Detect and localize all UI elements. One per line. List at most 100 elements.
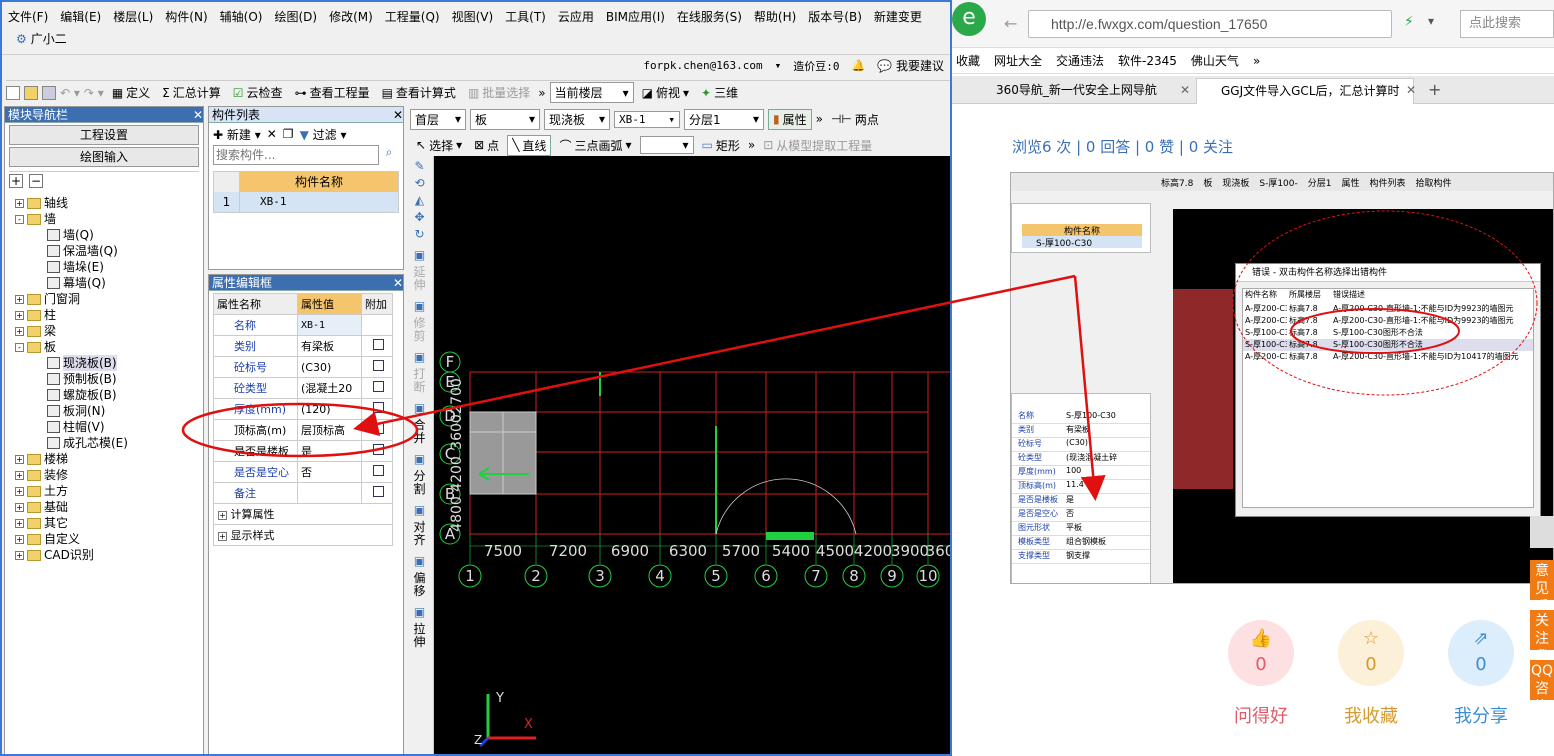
property-check[interactable] [361, 482, 393, 504]
suggest-button[interactable]: 💬 我要建议 [877, 57, 944, 74]
close-icon[interactable]: ✕ [393, 108, 403, 122]
user-email[interactable]: forpk.chen@163.com [643, 59, 762, 72]
tool-icon[interactable]: ◭ [406, 194, 433, 207]
menu-item[interactable]: 云应用 [552, 6, 600, 28]
question-image[interactable]: 标高7.8 板现浇板 S-厚100- 分层1 属性 构件列表 拾取构件 构件名称 S-厚10… [1010, 172, 1554, 584]
undo-icon[interactable]: ↶ ▾ [60, 86, 80, 100]
chevron-down-icon[interactable]: ▾ [1428, 14, 1434, 28]
checkbox[interactable] [373, 360, 384, 371]
tool-5-button[interactable]: ▣ 对齐 [406, 504, 433, 547]
collapse-all-icon[interactable]: − [29, 174, 43, 188]
property-value[interactable]: (混凝土20 [297, 377, 362, 399]
property-check[interactable] [361, 314, 393, 336]
property-row[interactable]: 是否是空心 否 [213, 461, 393, 483]
redo-icon[interactable]: ↷ ▾ [84, 86, 104, 100]
checkbox[interactable] [373, 465, 384, 476]
action-button[interactable]: 👍 0 [1228, 620, 1294, 686]
property-row[interactable]: 类别 有梁板 [213, 335, 393, 357]
search-input[interactable] [213, 145, 379, 165]
menu-item[interactable]: 新建变更 [868, 6, 928, 28]
menu-item[interactable]: 编辑(E) [54, 6, 107, 28]
property-value[interactable]: (C30) [297, 356, 362, 378]
expand-icon[interactable]: + [15, 310, 24, 320]
tree-item[interactable]: + 土方 [15, 483, 128, 499]
tree-item[interactable]: + 门窗洞 [15, 291, 128, 307]
expand-icon[interactable]: + [15, 534, 24, 544]
menu-item[interactable]: 视图(V) [446, 6, 500, 28]
tree-item[interactable]: 柱帽(V) [15, 419, 128, 435]
tree-item[interactable]: + 自定义 [15, 531, 128, 547]
tree-item[interactable]: 成孔芯模(E) [15, 435, 128, 451]
tool-7-button[interactable]: ▣ 拉伸 [406, 606, 433, 649]
rect-button[interactable]: ▭ 矩形 [698, 136, 744, 155]
menu-item[interactable]: 楼层(L) [107, 6, 159, 28]
tree-item[interactable]: 螺旋板(B) [15, 387, 128, 403]
menu-item[interactable]: BIM应用(I) [600, 6, 671, 28]
more-icon[interactable]: » [538, 86, 545, 100]
property-group-row[interactable]: + 显示样式 [213, 524, 393, 546]
action-label[interactable]: 我收藏 [1326, 702, 1416, 728]
expand-all-icon[interactable]: + [9, 174, 23, 188]
tree-item[interactable]: + 基础 [15, 499, 128, 515]
favorite-link[interactable]: 交通违法 [1056, 52, 1104, 69]
action-button[interactable]: ⇗ 0 [1448, 620, 1514, 686]
property-row[interactable]: 名称 XB-1 [213, 314, 393, 336]
sum-calc-button[interactable]: Σ 汇总计算 [158, 83, 225, 102]
tree-item[interactable]: 预制板(B) [15, 371, 128, 387]
point-button[interactable]: ⊠ 点 [470, 136, 503, 155]
floor-select[interactable]: 首层 ▾ [410, 108, 466, 130]
table-row[interactable]: 1 XB-1 [214, 192, 398, 212]
address-bar[interactable]: http://e.fwxgx.com/question_17650 [1028, 10, 1392, 38]
more-icon[interactable]: » [816, 112, 823, 126]
tool-icon[interactable]: ✥ [406, 211, 433, 224]
tree-item[interactable]: + 轴线 [15, 195, 128, 211]
checkbox[interactable] [373, 381, 384, 392]
drawing-canvas[interactable]: 7500 7200 6900 6300 5700 5400 4500 4200 3900 360 1… [434, 156, 950, 754]
subtype-select[interactable]: 现浇板 ▾ [544, 108, 610, 130]
action-label[interactable]: 问得好 [1216, 702, 1306, 728]
float-tab[interactable]: QQ咨询 [1530, 660, 1554, 700]
view-qty-button[interactable]: ⊶ 查看工程量 [291, 83, 374, 102]
tree-item[interactable]: + 楼梯 [15, 451, 128, 467]
tool-1-button[interactable]: ▣ 修剪 [406, 300, 433, 343]
save-icon[interactable] [42, 85, 56, 100]
three-d-button[interactable]: ✦ 三维 [697, 83, 742, 102]
close-icon[interactable]: ✕ [393, 276, 403, 290]
tree-item[interactable]: + CAD识别 [15, 547, 128, 563]
tool-6-button[interactable]: ▣ 偏移 [406, 555, 433, 598]
search-icon[interactable]: ⌕ [379, 145, 399, 167]
menu-item[interactable]: 修改(M) [323, 6, 379, 28]
tool-2-button[interactable]: ▣ 打断 [406, 351, 433, 394]
expand-icon[interactable]: + [15, 550, 24, 560]
tree-item[interactable]: + 装修 [15, 467, 128, 483]
menu-item[interactable]: 绘图(D) [268, 6, 323, 28]
tool-0-button[interactable]: ▣ 延伸 [406, 249, 433, 292]
property-value[interactable]: 有梁板 [297, 335, 362, 357]
assistant-link[interactable]: ⚙ 广小二 [16, 30, 67, 47]
collapse-icon[interactable]: - [15, 214, 24, 224]
new-component-button[interactable]: ✚ 新建 ▾ [213, 126, 261, 143]
delete-icon[interactable]: ✕ [267, 127, 277, 141]
expand-icon[interactable]: + [15, 486, 24, 496]
property-check[interactable] [361, 356, 393, 378]
back-to-top-button[interactable] [1530, 516, 1554, 548]
expand-icon[interactable]: + [15, 454, 24, 464]
menu-item[interactable]: 帮助(H) [748, 6, 802, 28]
tab-360-nav[interactable]: 360导航_新一代安全上网导航 [972, 78, 1188, 104]
float-tab[interactable]: 关注我们 [1530, 610, 1554, 650]
property-value[interactable] [297, 482, 362, 504]
float-tab[interactable]: 意见反馈 [1530, 560, 1554, 600]
select-button[interactable]: ↖ 选择 ▾ [412, 136, 466, 155]
tree-item[interactable]: + 其它 [15, 515, 128, 531]
layer-select[interactable]: 分层1 ▾ [684, 108, 764, 130]
component-select[interactable]: XB-1 ▾ [614, 110, 680, 128]
action-button[interactable]: ☆ 0 [1338, 620, 1404, 686]
close-icon[interactable]: ✕ [1406, 83, 1416, 97]
property-value[interactable]: XB-1 [297, 314, 362, 336]
expand-icon[interactable]: + [15, 502, 24, 512]
arc-button[interactable]: ⌒ 三点画弧 ▾ [555, 136, 635, 155]
tree-item[interactable]: + 梁 [15, 323, 128, 339]
expand-icon[interactable]: + [218, 511, 227, 520]
tree-item[interactable]: 墙垛(E) [15, 259, 128, 275]
tree-item[interactable]: + 柱 [15, 307, 128, 323]
